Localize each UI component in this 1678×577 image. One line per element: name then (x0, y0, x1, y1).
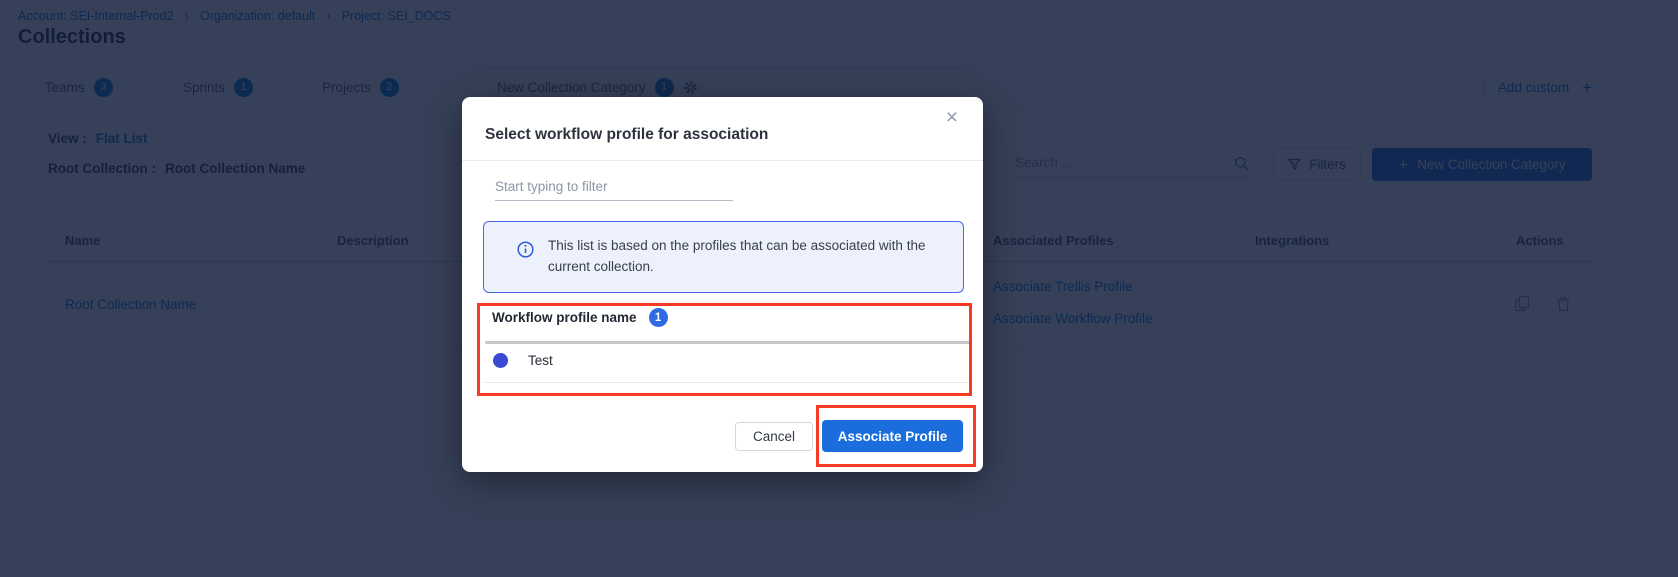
associate-profile-button[interactable]: Associate Profile (822, 420, 963, 452)
info-icon (517, 241, 534, 258)
profile-count-badge: 1 (649, 308, 668, 327)
section-divider (485, 341, 970, 344)
cancel-button[interactable]: Cancel (735, 422, 813, 451)
profile-option-label: Test (528, 353, 553, 368)
info-callout: This list is based on the profiles that … (483, 221, 964, 293)
workflow-profile-name-heading: Workflow profile name (492, 310, 637, 325)
workflow-profile-section-header: Workflow profile name 1 (492, 308, 668, 327)
profile-option-test[interactable]: Test (485, 345, 970, 375)
select-workflow-profile-modal: Select workflow profile for association … (462, 97, 983, 472)
modal-title-divider (462, 160, 983, 161)
modal-title: Select workflow profile for association (485, 126, 768, 144)
close-icon[interactable]: × (946, 107, 958, 128)
radio-selected-icon[interactable] (493, 353, 508, 368)
option-row-divider (485, 382, 970, 383)
profile-filter-input[interactable] (495, 173, 733, 201)
collections-page: Account: SEI-Internal-Prod2 › Organizati… (0, 0, 1678, 577)
info-callout-text: This list is based on the profiles that … (548, 235, 954, 277)
